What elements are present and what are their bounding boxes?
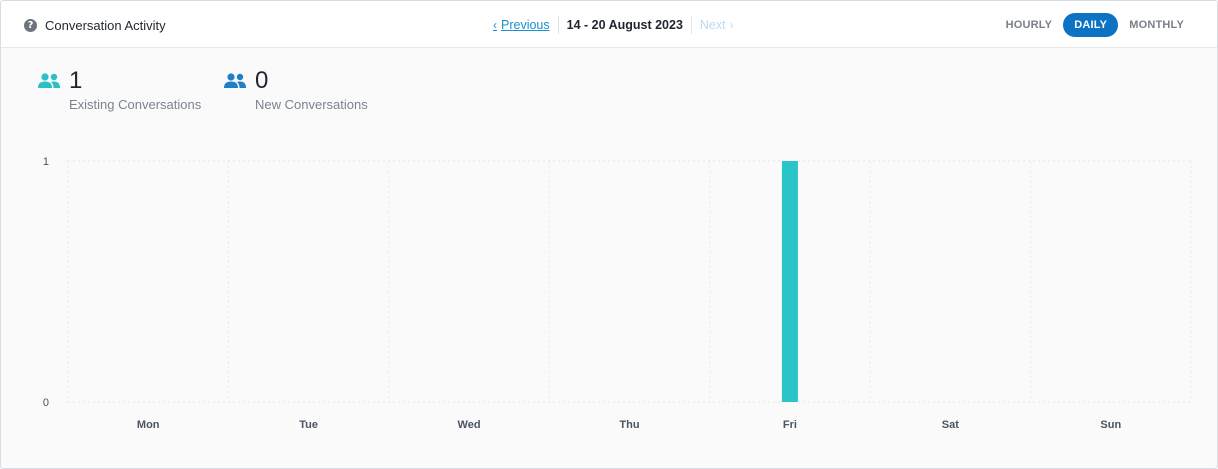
x-tick-label: Fri: [783, 419, 797, 431]
x-tick-label: Thu: [619, 419, 639, 431]
daily-activity-chart: 1 0 Mon Tue Wed Thu Fri Sat Sun: [43, 156, 1192, 431]
x-tick-label: Tue: [299, 419, 318, 431]
x-tick-label: Sun: [1100, 419, 1121, 431]
conversation-activity-panel: ? Conversation Activity ‹ Previous 14 - …: [0, 0, 1218, 469]
y-tick-label: 0: [43, 397, 49, 409]
y-tick-label: 1: [43, 156, 49, 168]
x-tick-label: Sat: [942, 419, 959, 431]
bar: [781, 161, 798, 402]
x-tick-label: Mon: [137, 419, 160, 431]
x-tick-label: Wed: [458, 419, 481, 431]
